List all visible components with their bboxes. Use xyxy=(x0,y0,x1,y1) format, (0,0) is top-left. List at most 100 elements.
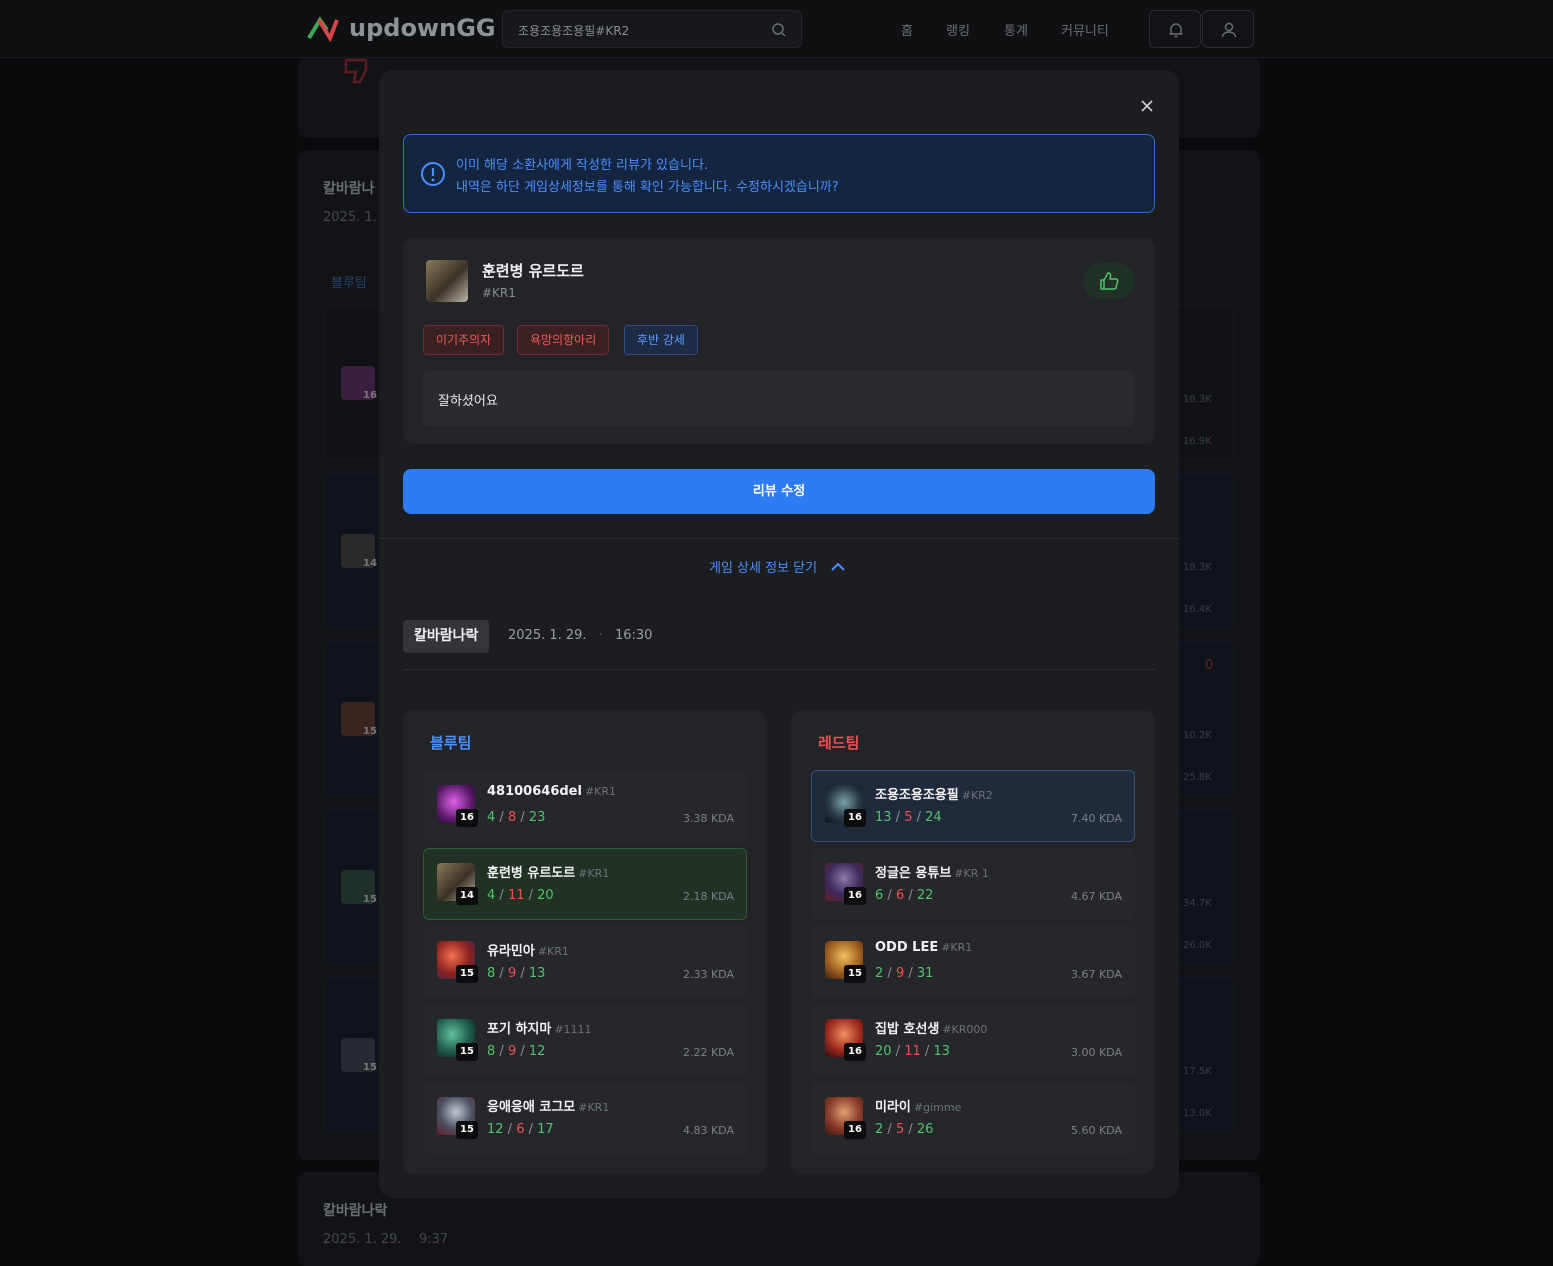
alert-line-2: 내역은 하단 게임상세정보를 통해 확인 가능합니다. 수정하시겠습니까? xyxy=(456,180,839,195)
level-badge: 15 xyxy=(844,965,866,983)
thumbs-down-icon xyxy=(344,58,368,84)
player-kda: 4 / 8 / 23 xyxy=(487,810,546,825)
level-badge: 15 xyxy=(456,965,478,983)
kda-ratio: 3.67 KDA xyxy=(1070,968,1122,981)
profile-button[interactable] xyxy=(1202,10,1254,48)
review-comment-text: 잘하셨어요 xyxy=(438,394,498,409)
player-kda: 2 / 5 / 26 xyxy=(875,1122,934,1137)
kda-ratio: 5.60 KDA xyxy=(1070,1124,1122,1137)
player-kda: 8 / 9 / 13 xyxy=(487,966,546,981)
player-row-self[interactable]: 16 조용조용조용필 #KR2 13 / 5 / 24 7.40 KDA xyxy=(811,770,1135,842)
player-kda: 6 / 6 / 22 xyxy=(875,888,934,903)
player-name: ODD LEE #KR1 xyxy=(875,940,973,955)
user-icon xyxy=(1221,22,1237,38)
divider xyxy=(379,538,1179,539)
player-name: 포기 하지마 #1111 xyxy=(487,1022,592,1037)
game-mode-badge: 칼바람나락 xyxy=(403,620,490,653)
red-team-panel: 레드팀 16 조용조용조용필 #KR2 13 / 5 / 24 7.40 KDA … xyxy=(791,710,1155,1174)
game-time: 16:30 xyxy=(614,628,653,643)
player-row[interactable]: 16 미라이 #gimme 2 / 5 / 26 5.60 KDA xyxy=(811,1082,1135,1154)
bg-mode: 칼바람나 xyxy=(323,181,375,197)
like-button[interactable] xyxy=(1083,263,1135,299)
level-badge: 16 xyxy=(844,809,866,827)
toggle-label: 게임 상세 정보 닫기 xyxy=(709,561,818,576)
kda-ratio: 4.67 KDA xyxy=(1070,890,1122,903)
logo-text: updownGG xyxy=(349,14,496,42)
player-name: 유라민아 #KR1 xyxy=(487,944,569,959)
info-icon xyxy=(421,162,445,186)
level-badge: 16 xyxy=(456,809,478,827)
nav-home[interactable]: 홈 xyxy=(901,20,913,39)
alert-line-1: 이미 해당 소환사에게 작성한 리뷰가 있습니다. xyxy=(456,158,709,173)
player-name: 집밥 호선생 #KR000 xyxy=(875,1022,988,1037)
review-tag: 후반 강세 xyxy=(624,325,698,355)
thumbs-up-icon xyxy=(1100,272,1119,290)
player-row[interactable]: 15 ODD LEE #KR1 2 / 9 / 31 3.67 KDA xyxy=(811,926,1135,998)
player-row[interactable]: 15 유라민아 #KR1 8 / 9 / 13 2.33 KDA xyxy=(423,926,747,998)
player-name: 훈련병 유르도르 #KR1 xyxy=(487,866,610,881)
player-kda: 4 / 11 / 20 xyxy=(487,888,554,903)
summoner-search-input[interactable]: 조용조용조용필#KR2 xyxy=(502,10,802,48)
kda-ratio: 7.40 KDA xyxy=(1070,812,1122,825)
review-comment: 잘하셨어요 xyxy=(423,371,1135,426)
nav-stats[interactable]: 통계 xyxy=(1004,20,1028,39)
game-datetime: 2025. 1. 29. · 16:30 xyxy=(508,628,653,643)
notification-button[interactable] xyxy=(1149,10,1201,48)
review-card: 훈련병 유르도르 #KR1 이기주의자 욕망의항아리 후반 강세 잘하셨어요 xyxy=(403,238,1155,444)
kda-ratio: 2.18 KDA xyxy=(682,890,734,903)
player-kda: 20 / 11 / 13 xyxy=(875,1044,950,1059)
level-badge: 15 xyxy=(456,1121,478,1139)
top-header: updownGG 조용조용조용필#KR2 홈 랭킹 통계 커뮤니티 xyxy=(0,0,1553,58)
player-row[interactable]: 16 48100646del #KR1 4 / 8 / 23 3.38 KDA xyxy=(423,770,747,842)
kda-ratio: 2.33 KDA xyxy=(682,968,734,981)
player-kda: 13 / 5 / 24 xyxy=(875,810,942,825)
blue-team-title: 블루팀 xyxy=(430,734,472,752)
blue-team-panel: 블루팀 16 48100646del #KR1 4 / 8 / 23 3.38 K… xyxy=(403,710,767,1174)
level-badge: 15 xyxy=(456,1043,478,1061)
player-name: 정글은 용튜브 #KR 1 xyxy=(875,866,989,881)
bg-mode-2: 칼바람나락 xyxy=(323,1203,388,1219)
logo[interactable]: updownGG xyxy=(307,14,496,42)
player-row[interactable]: 15 응애응애 코그모 #KR1 12 / 6 / 17 4.83 KDA xyxy=(423,1082,747,1154)
bg-team-label: 블루팀 xyxy=(331,276,367,291)
level-badge: 16 xyxy=(844,1121,866,1139)
bg-time-2: 9:37 xyxy=(419,1232,449,1247)
review-tag: 욕망의항아리 xyxy=(517,325,610,355)
close-icon[interactable] xyxy=(1137,96,1157,116)
player-name: 미라이 #gimme xyxy=(875,1100,962,1115)
edit-review-button[interactable]: 리뷰 수정 xyxy=(403,469,1155,514)
nav-community[interactable]: 커뮤니티 xyxy=(1061,20,1109,39)
search-value: 조용조용조용필#KR2 xyxy=(518,24,630,38)
nav-ranking[interactable]: 랭킹 xyxy=(946,20,970,39)
player-row[interactable]: 15 포기 하지마 #1111 8 / 9 / 12 2.22 KDA xyxy=(423,1004,747,1076)
divider xyxy=(403,669,1155,670)
player-kda: 12 / 6 / 17 xyxy=(487,1122,554,1137)
bell-icon xyxy=(1169,23,1183,38)
review-tag: 이기주의자 xyxy=(423,325,505,355)
red-team-title: 레드팀 xyxy=(818,734,860,752)
champion-avatar xyxy=(426,260,468,302)
player-kda: 8 / 9 / 12 xyxy=(487,1044,546,1059)
player-name: 응애응애 코그모 #KR1 xyxy=(487,1100,610,1115)
level-badge: 16 xyxy=(844,1043,866,1061)
logo-icon xyxy=(307,16,339,42)
search-icon[interactable] xyxy=(771,22,787,38)
level-badge: 14 xyxy=(456,887,478,905)
player-name: 조용조용조용필 #KR2 xyxy=(875,788,993,803)
bg-date-2: 2025. 1. 29. xyxy=(323,1232,402,1247)
bg-dislike-count: 0 xyxy=(1205,658,1214,673)
level-badge: 16 xyxy=(844,887,866,905)
player-row-reviewed[interactable]: 14 훈련병 유르도르 #KR1 4 / 11 / 20 2.18 KDA xyxy=(423,848,747,920)
player-name: 48100646del #KR1 xyxy=(487,784,617,799)
game-detail-toggle[interactable]: 게임 상세 정보 닫기 xyxy=(709,557,845,576)
reviewed-player-tag: #KR1 xyxy=(482,286,516,300)
player-kda: 2 / 9 / 31 xyxy=(875,966,934,981)
player-row[interactable]: 16 정글은 용튜브 #KR 1 6 / 6 / 22 4.67 KDA xyxy=(811,848,1135,920)
kda-ratio: 3.00 KDA xyxy=(1070,1046,1122,1059)
kda-ratio: 4.83 KDA xyxy=(682,1124,734,1137)
review-modal: 이미 해당 소환사에게 작성한 리뷰가 있습니다. 내역은 하단 게임상세정보를… xyxy=(379,70,1179,1198)
game-date: 2025. 1. 29. xyxy=(508,628,587,643)
reviewed-player-name: 훈련병 유르도르 xyxy=(482,262,584,280)
kda-ratio: 3.38 KDA xyxy=(682,812,734,825)
player-row[interactable]: 16 집밥 호선생 #KR000 20 / 11 / 13 3.00 KDA xyxy=(811,1004,1135,1076)
